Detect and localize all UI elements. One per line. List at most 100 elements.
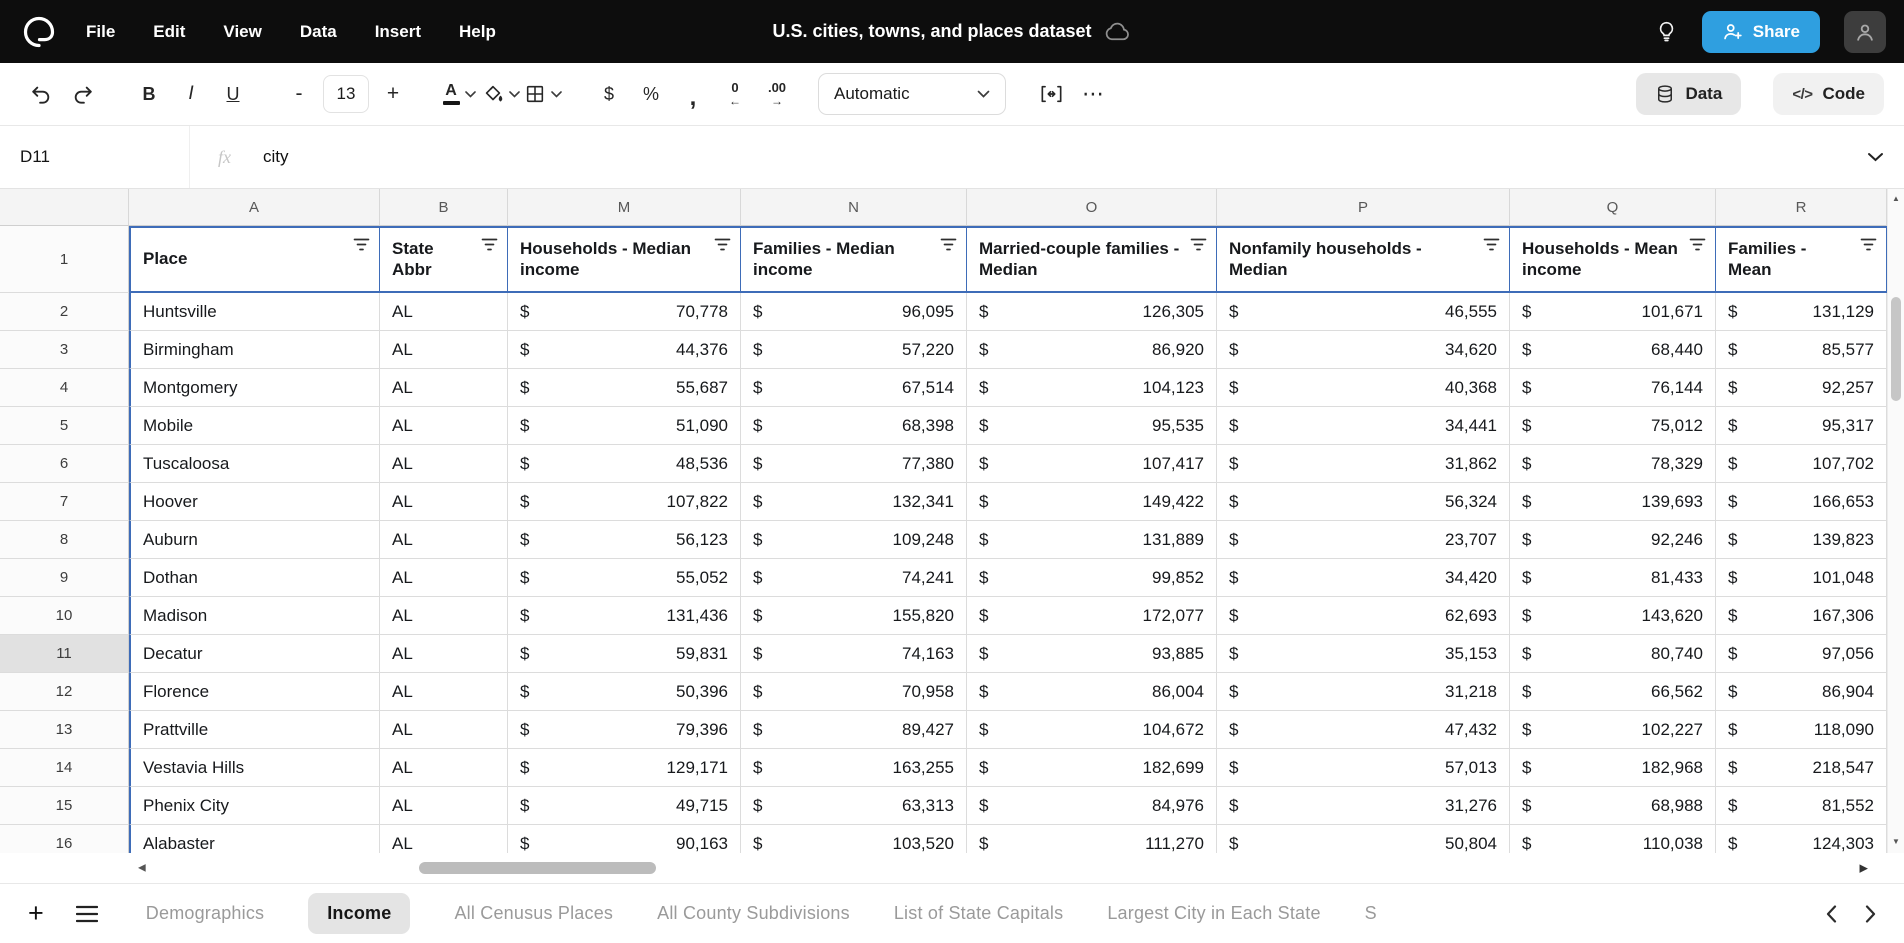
cell-state-abbr[interactable]: AL <box>380 673 508 711</box>
cell-currency[interactable]: $70,958 <box>741 673 967 711</box>
cell-currency[interactable]: $59,831 <box>508 635 741 673</box>
redo-button[interactable] <box>62 73 104 115</box>
cell-currency[interactable]: $67,514 <box>741 369 967 407</box>
cell-currency[interactable]: $124,303 <box>1716 825 1887 853</box>
cell-place[interactable]: Birmingham <box>129 331 380 369</box>
grid-corner-cell[interactable] <box>0 189 129 226</box>
cell-currency[interactable]: $79,396 <box>508 711 741 749</box>
cell-place[interactable]: Vestavia Hills <box>129 749 380 787</box>
cell-state-abbr[interactable]: AL <box>380 559 508 597</box>
cell-currency[interactable]: $31,862 <box>1217 445 1510 483</box>
cell-reference-box[interactable]: D11 <box>0 126 190 188</box>
column-header-A[interactable]: A <box>129 189 380 226</box>
cell-currency[interactable]: $49,715 <box>508 787 741 825</box>
row-number-7[interactable]: 7 <box>0 483 129 521</box>
menu-view[interactable]: View <box>223 22 261 42</box>
cell-currency[interactable]: $104,123 <box>967 369 1217 407</box>
cell-currency[interactable]: $107,822 <box>508 483 741 521</box>
cell-currency[interactable]: $96,095 <box>741 293 967 331</box>
tabs-scroll-left-button[interactable] <box>1826 905 1837 923</box>
table-header-cell[interactable]: State Abbr <box>380 226 508 293</box>
filter-icon[interactable] <box>1860 237 1877 252</box>
cell-currency[interactable]: $143,620 <box>1510 597 1716 635</box>
cell-currency[interactable]: $110,038 <box>1510 825 1716 853</box>
row-number-1[interactable]: 1 <box>0 226 129 293</box>
cell-place[interactable]: Mobile <box>129 407 380 445</box>
font-size-input[interactable]: 13 <box>323 75 369 113</box>
filter-icon[interactable] <box>481 237 498 252</box>
cell-state-abbr[interactable]: AL <box>380 787 508 825</box>
cell-currency[interactable]: $62,693 <box>1217 597 1510 635</box>
cell-currency[interactable]: $48,536 <box>508 445 741 483</box>
cell-currency[interactable]: $46,555 <box>1217 293 1510 331</box>
currency-format-button[interactable]: $ <box>588 73 630 115</box>
cell-currency[interactable]: $166,653 <box>1716 483 1887 521</box>
row-number-5[interactable]: 5 <box>0 407 129 445</box>
cell-place[interactable]: Hoover <box>129 483 380 521</box>
cell-currency[interactable]: $109,248 <box>741 521 967 559</box>
cell-currency[interactable]: $118,090 <box>1716 711 1887 749</box>
cell-currency[interactable]: $23,707 <box>1217 521 1510 559</box>
app-logo[interactable] <box>18 11 60 53</box>
cell-currency[interactable]: $163,255 <box>741 749 967 787</box>
cell-currency[interactable]: $50,396 <box>508 673 741 711</box>
code-view-button[interactable]: </> Code <box>1773 73 1884 115</box>
share-button[interactable]: Share <box>1702 11 1820 53</box>
cell-currency[interactable]: $139,823 <box>1716 521 1887 559</box>
column-header-N[interactable]: N <box>741 189 967 226</box>
table-header-cell[interactable]: Married-couple families - Median <box>967 226 1217 293</box>
cell-currency[interactable]: $139,693 <box>1510 483 1716 521</box>
row-number-2[interactable]: 2 <box>0 293 129 331</box>
cell-currency[interactable]: $131,889 <box>967 521 1217 559</box>
cell-place[interactable]: Tuscaloosa <box>129 445 380 483</box>
row-number-4[interactable]: 4 <box>0 369 129 407</box>
cell-currency[interactable]: $74,241 <box>741 559 967 597</box>
sheet-tab-all-cenusus-places[interactable]: All Cenusus Places <box>454 903 613 924</box>
menu-edit[interactable]: Edit <box>153 22 185 42</box>
sheet-tab-demographics[interactable]: Demographics <box>146 903 264 924</box>
account-avatar-button[interactable] <box>1844 11 1886 53</box>
scroll-up-icon[interactable]: ▲ <box>1888 194 1904 203</box>
cell-currency[interactable]: $129,171 <box>508 749 741 787</box>
menu-insert[interactable]: Insert <box>375 22 421 42</box>
table-header-cell[interactable]: Households - Mean income <box>1510 226 1716 293</box>
row-number-6[interactable]: 6 <box>0 445 129 483</box>
cell-currency[interactable]: $99,852 <box>967 559 1217 597</box>
more-options-button[interactable]: ⋯ <box>1072 73 1114 115</box>
fit-range-button[interactable] <box>1030 73 1072 115</box>
decrease-font-size-button[interactable]: - <box>278 73 320 115</box>
cell-state-abbr[interactable]: AL <box>380 711 508 749</box>
data-view-button[interactable]: Data <box>1636 73 1741 115</box>
sheet-list-menu-button[interactable] <box>76 905 98 923</box>
percent-format-button[interactable]: % <box>630 73 672 115</box>
borders-button[interactable] <box>522 73 564 115</box>
cell-currency[interactable]: $107,417 <box>967 445 1217 483</box>
cell-currency[interactable]: $86,920 <box>967 331 1217 369</box>
cell-currency[interactable]: $80,740 <box>1510 635 1716 673</box>
cell-currency[interactable]: $102,227 <box>1510 711 1716 749</box>
filter-icon[interactable] <box>940 237 957 252</box>
row-number-3[interactable]: 3 <box>0 331 129 369</box>
bold-button[interactable]: B <box>128 73 170 115</box>
cell-state-abbr[interactable]: AL <box>380 331 508 369</box>
cell-place[interactable]: Auburn <box>129 521 380 559</box>
column-header-R[interactable]: R <box>1716 189 1887 226</box>
tabs-scroll-right-button[interactable] <box>1865 905 1876 923</box>
cell-place[interactable]: Dothan <box>129 559 380 597</box>
cell-currency[interactable]: $101,048 <box>1716 559 1887 597</box>
formula-input[interactable]: city <box>263 147 1867 167</box>
cell-currency[interactable]: $68,440 <box>1510 331 1716 369</box>
table-header-cell[interactable]: Place <box>129 226 380 293</box>
italic-button[interactable]: I <box>170 73 212 115</box>
filter-icon[interactable] <box>1483 237 1500 252</box>
cell-currency[interactable]: $77,380 <box>741 445 967 483</box>
cell-place[interactable]: Florence <box>129 673 380 711</box>
row-number-10[interactable]: 10 <box>0 597 129 635</box>
row-number-15[interactable]: 15 <box>0 787 129 825</box>
cell-currency[interactable]: $182,699 <box>967 749 1217 787</box>
sheet-tab-all-county-subdivisions[interactable]: All County Subdivisions <box>657 903 850 924</box>
sheet-tab-list-of-state-capitals[interactable]: List of State Capitals <box>894 903 1064 924</box>
cell-currency[interactable]: $40,368 <box>1217 369 1510 407</box>
sheet-tab-income[interactable]: Income <box>308 893 410 934</box>
cell-currency[interactable]: $81,433 <box>1510 559 1716 597</box>
